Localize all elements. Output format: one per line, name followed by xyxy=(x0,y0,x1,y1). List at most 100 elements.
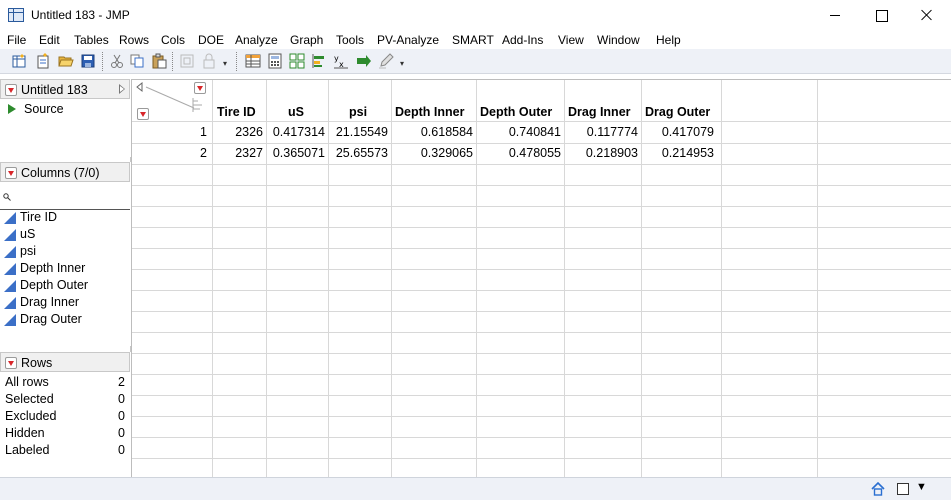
maximize-icon[interactable] xyxy=(858,0,904,30)
toolbar-separator xyxy=(236,52,237,71)
source-script[interactable]: Source xyxy=(24,102,64,116)
menu-doe[interactable]: DOE xyxy=(198,33,224,47)
column-name: Depth Inner xyxy=(20,261,86,275)
search-input[interactable] xyxy=(14,188,126,206)
row-stat-labeled: Labeled 0 xyxy=(5,442,125,459)
column-header-depth-outer[interactable]: Depth Outer xyxy=(480,105,552,119)
menu-edit[interactable]: Edit xyxy=(39,33,60,47)
minimize-icon[interactable] xyxy=(812,0,858,30)
column-header-drag-outer[interactable]: Drag Outer xyxy=(645,105,710,119)
disabled-icon-2 xyxy=(203,53,215,69)
row-stat-label: Excluded xyxy=(5,409,57,423)
window-list-icon[interactable] xyxy=(897,483,909,495)
formula-xy-icon[interactable]: yx xyxy=(333,53,349,69)
table-cell[interactable]: 0.218903 xyxy=(564,146,638,160)
column-red-triangle-icon[interactable] xyxy=(194,82,206,94)
home-icon[interactable] xyxy=(871,482,885,496)
run-script-icon xyxy=(8,104,16,114)
table-cell[interactable]: 0.365071 xyxy=(266,146,325,160)
menu-tools[interactable]: Tools xyxy=(336,33,364,47)
menu-rows[interactable]: Rows xyxy=(119,33,149,47)
row-stat-label: Labeled xyxy=(5,443,50,457)
rows-panel: Rows All rows 2 Selected 0 Excluded 0 Hidde… xyxy=(0,352,131,477)
row-stat-value: 0 xyxy=(118,426,125,440)
table-cell[interactable]: 0.214953 xyxy=(641,146,714,160)
row-stat-value: 0 xyxy=(118,409,125,423)
row-stat-label: Hidden xyxy=(5,426,45,440)
menu-view[interactable]: View xyxy=(558,33,584,47)
chevron-down-icon[interactable]: ▼ xyxy=(916,481,927,493)
calculator-icon[interactable] xyxy=(267,53,283,69)
menu-file[interactable]: File xyxy=(7,33,26,47)
table-cell[interactable]: 0.417314 xyxy=(266,125,325,139)
arrow-run-icon[interactable] xyxy=(356,53,372,69)
continuous-column-icon xyxy=(4,263,16,275)
window-title: Untitled 183 - JMP xyxy=(31,8,130,22)
column-header-psi[interactable]: psi xyxy=(349,105,367,119)
column-name: Drag Inner xyxy=(20,295,80,309)
table-cell[interactable]: 0.417079 xyxy=(641,125,714,139)
rows-panel-header: Rows xyxy=(0,352,130,372)
continuous-column-icon xyxy=(4,212,16,224)
red-triangle-menu-icon[interactable] xyxy=(5,167,17,179)
data-table-icon[interactable] xyxy=(245,53,261,69)
column-search-field[interactable] xyxy=(0,184,130,210)
row-stat-value: 0 xyxy=(118,443,125,457)
table-cell[interactable]: 2326 xyxy=(212,125,263,139)
table-cell[interactable]: 2327 xyxy=(212,146,263,160)
row-number[interactable]: 1 xyxy=(200,125,207,139)
menu-analyze[interactable]: Analyze xyxy=(235,33,278,47)
table-cell[interactable]: 0.740841 xyxy=(476,125,561,139)
toolbar-overflow-icon[interactable]: ▾ xyxy=(400,59,404,68)
toolbar-separator xyxy=(172,52,173,71)
menu-pv-analyze[interactable]: PV-Analyze xyxy=(377,33,439,47)
table-cell[interactable]: 0.618584 xyxy=(391,125,473,139)
menu-window[interactable]: Window xyxy=(597,33,640,47)
rows-title: Rows xyxy=(21,356,53,370)
continuous-column-icon xyxy=(4,280,16,292)
table-name[interactable]: Untitled 183 xyxy=(21,83,88,97)
continuous-column-icon xyxy=(4,229,16,241)
table-cell[interactable]: 0.329065 xyxy=(391,146,473,160)
menu-cols[interactable]: Cols xyxy=(161,33,185,47)
column-header-depth-inner[interactable]: Depth Inner xyxy=(395,105,464,119)
continuous-column-icon xyxy=(4,246,16,258)
table-panel: Untitled 183 Source xyxy=(0,79,131,157)
column-header-tire-id[interactable]: Tire ID xyxy=(217,105,256,119)
continuous-column-icon xyxy=(4,314,16,326)
red-triangle-menu-icon[interactable] xyxy=(5,357,17,369)
columns-panel: Columns (7/0) Tire ID uS psi Depth Inner… xyxy=(0,162,131,346)
save-icon[interactable] xyxy=(80,53,96,69)
pencil-icon[interactable] xyxy=(378,53,394,69)
grid-layout-icon[interactable] xyxy=(289,53,305,69)
new-table-icon[interactable] xyxy=(11,53,27,69)
jmp-table-icon xyxy=(8,8,24,22)
row-red-triangle-icon[interactable] xyxy=(137,108,149,120)
bar-align-icon[interactable] xyxy=(311,53,327,69)
copy-icon[interactable] xyxy=(129,53,145,69)
paste-icon[interactable] xyxy=(151,53,167,69)
table-cell[interactable]: 21.15549 xyxy=(328,125,388,139)
open-icon[interactable] xyxy=(58,53,74,69)
column-name: Drag Outer xyxy=(20,312,82,326)
column-header-us[interactable]: uS xyxy=(288,105,304,119)
new-script-icon[interactable] xyxy=(35,53,51,69)
collapse-triangle-icon[interactable] xyxy=(119,84,125,94)
close-icon[interactable] xyxy=(904,0,950,30)
table-cell[interactable]: 25.65573 xyxy=(328,146,388,160)
menu-graph[interactable]: Graph xyxy=(290,33,323,47)
toolbar-overflow-icon[interactable]: ▾ xyxy=(223,59,227,68)
menu-help[interactable]: Help xyxy=(656,33,681,47)
red-triangle-menu-icon[interactable] xyxy=(5,84,17,96)
continuous-column-icon xyxy=(4,297,16,309)
cut-icon[interactable] xyxy=(109,53,125,69)
menu-add-ins[interactable]: Add-Ins xyxy=(502,33,543,47)
menu-smart[interactable]: SMART xyxy=(452,33,494,47)
row-number[interactable]: 2 xyxy=(200,146,207,160)
row-stat-value: 0 xyxy=(118,392,125,406)
row-stat-label: All rows xyxy=(5,375,49,389)
table-cell[interactable]: 0.478055 xyxy=(476,146,561,160)
menu-tables[interactable]: Tables xyxy=(74,33,109,47)
column-header-drag-inner[interactable]: Drag Inner xyxy=(568,105,631,119)
table-cell[interactable]: 0.117774 xyxy=(564,125,638,139)
